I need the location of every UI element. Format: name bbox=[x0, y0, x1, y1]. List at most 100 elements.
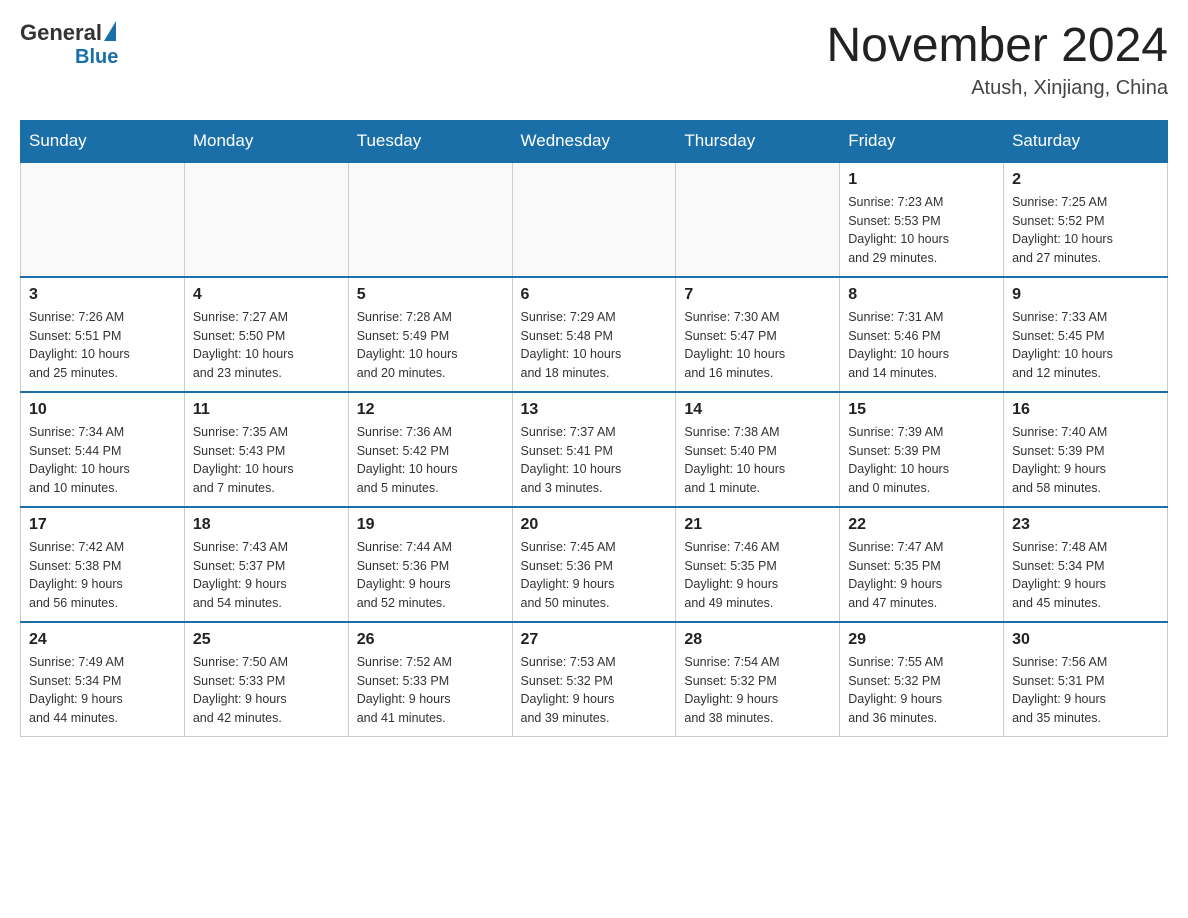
day-info: Sunrise: 7:36 AM Sunset: 5:42 PM Dayligh… bbox=[357, 423, 504, 498]
calendar-cell bbox=[21, 162, 185, 277]
location-text: Atush, Xinjiang, China bbox=[826, 77, 1168, 100]
logo-blue-text: Blue bbox=[75, 46, 118, 69]
calendar-cell: 27 Sunrise: 7:53 AM Sunset: 5:32 PM Dayli… bbox=[512, 622, 676, 737]
day-number: 13 bbox=[521, 401, 668, 419]
day-info: Sunrise: 7:55 AM Sunset: 5:32 PM Dayligh… bbox=[848, 653, 995, 728]
day-number: 6 bbox=[521, 286, 668, 304]
logo: General Blue bbox=[20, 20, 118, 69]
day-number: 19 bbox=[357, 516, 504, 534]
calendar-cell: 14 Sunrise: 7:38 AM Sunset: 5:40 PM Dayli… bbox=[676, 392, 840, 507]
logo-triangle-icon bbox=[104, 21, 116, 41]
day-number: 3 bbox=[29, 286, 176, 304]
day-number: 23 bbox=[1012, 516, 1159, 534]
day-number: 8 bbox=[848, 286, 995, 304]
calendar-cell: 4 Sunrise: 7:27 AM Sunset: 5:50 PM Daylig… bbox=[184, 277, 348, 392]
day-info: Sunrise: 7:34 AM Sunset: 5:44 PM Dayligh… bbox=[29, 423, 176, 498]
calendar-cell bbox=[512, 162, 676, 277]
calendar-cell: 16 Sunrise: 7:40 AM Sunset: 5:39 PM Dayli… bbox=[1004, 392, 1168, 507]
calendar-cell: 1Sunrise: 7:23 AM Sunset: 5:53 PM Daylig… bbox=[840, 162, 1004, 277]
day-number: 5 bbox=[357, 286, 504, 304]
calendar-cell: 2Sunrise: 7:25 AM Sunset: 5:52 PM Daylig… bbox=[1004, 162, 1168, 277]
day-number: 9 bbox=[1012, 286, 1159, 304]
calendar-cell: 24Sunrise: 7:49 AM Sunset: 5:34 PM Dayli… bbox=[21, 622, 185, 737]
calendar-cell: 23 Sunrise: 7:48 AM Sunset: 5:34 PM Dayli… bbox=[1004, 507, 1168, 622]
calendar-cell: 8 Sunrise: 7:31 AM Sunset: 5:46 PM Daylig… bbox=[840, 277, 1004, 392]
calendar-cell: 18 Sunrise: 7:43 AM Sunset: 5:37 PM Dayli… bbox=[184, 507, 348, 622]
day-info: Sunrise: 7:31 AM Sunset: 5:46 PM Dayligh… bbox=[848, 308, 995, 383]
day-number: 16 bbox=[1012, 401, 1159, 419]
day-info: Sunrise: 7:43 AM Sunset: 5:37 PM Dayligh… bbox=[193, 538, 340, 613]
day-info: Sunrise: 7:23 AM Sunset: 5:53 PM Dayligh… bbox=[848, 193, 995, 268]
calendar-cell: 28 Sunrise: 7:54 AM Sunset: 5:32 PM Dayli… bbox=[676, 622, 840, 737]
day-info: Sunrise: 7:44 AM Sunset: 5:36 PM Dayligh… bbox=[357, 538, 504, 613]
day-number: 11 bbox=[193, 401, 340, 419]
day-info: Sunrise: 7:35 AM Sunset: 5:43 PM Dayligh… bbox=[193, 423, 340, 498]
calendar-cell: 6Sunrise: 7:29 AM Sunset: 5:48 PM Daylig… bbox=[512, 277, 676, 392]
day-number: 17 bbox=[29, 516, 176, 534]
calendar-cell: 12 Sunrise: 7:36 AM Sunset: 5:42 PM Dayli… bbox=[348, 392, 512, 507]
calendar-cell: 30 Sunrise: 7:56 AM Sunset: 5:31 PM Dayli… bbox=[1004, 622, 1168, 737]
day-info: Sunrise: 7:47 AM Sunset: 5:35 PM Dayligh… bbox=[848, 538, 995, 613]
day-number: 28 bbox=[684, 631, 831, 649]
day-number: 7 bbox=[684, 286, 831, 304]
calendar-cell: 13 Sunrise: 7:37 AM Sunset: 5:41 PM Dayli… bbox=[512, 392, 676, 507]
calendar-cell bbox=[184, 162, 348, 277]
day-number: 20 bbox=[521, 516, 668, 534]
day-info: Sunrise: 7:40 AM Sunset: 5:39 PM Dayligh… bbox=[1012, 423, 1159, 498]
calendar-cell: 7 Sunrise: 7:30 AM Sunset: 5:47 PM Daylig… bbox=[676, 277, 840, 392]
day-info: Sunrise: 7:45 AM Sunset: 5:36 PM Dayligh… bbox=[521, 538, 668, 613]
calendar-cell: 20 Sunrise: 7:45 AM Sunset: 5:36 PM Dayli… bbox=[512, 507, 676, 622]
day-info: Sunrise: 7:30 AM Sunset: 5:47 PM Dayligh… bbox=[684, 308, 831, 383]
day-info: Sunrise: 7:56 AM Sunset: 5:31 PM Dayligh… bbox=[1012, 653, 1159, 728]
day-number: 14 bbox=[684, 401, 831, 419]
calendar-header-row: SundayMondayTuesdayWednesdayThursdayFrid… bbox=[21, 120, 1168, 162]
logo-general-text: General bbox=[20, 20, 102, 46]
calendar-week-row: 1Sunrise: 7:23 AM Sunset: 5:53 PM Daylig… bbox=[21, 162, 1168, 277]
day-info: Sunrise: 7:50 AM Sunset: 5:33 PM Dayligh… bbox=[193, 653, 340, 728]
calendar-cell: 21 Sunrise: 7:46 AM Sunset: 5:35 PM Dayli… bbox=[676, 507, 840, 622]
day-number: 21 bbox=[684, 516, 831, 534]
day-info: Sunrise: 7:27 AM Sunset: 5:50 PM Dayligh… bbox=[193, 308, 340, 383]
month-title: November 2024 bbox=[826, 20, 1168, 73]
calendar-cell bbox=[676, 162, 840, 277]
calendar-week-row: 24Sunrise: 7:49 AM Sunset: 5:34 PM Dayli… bbox=[21, 622, 1168, 737]
day-info: Sunrise: 7:54 AM Sunset: 5:32 PM Dayligh… bbox=[684, 653, 831, 728]
calendar-cell: 3 Sunrise: 7:26 AM Sunset: 5:51 PM Daylig… bbox=[21, 277, 185, 392]
day-header-thursday: Thursday bbox=[676, 120, 840, 162]
calendar-week-row: 17Sunrise: 7:42 AM Sunset: 5:38 PM Dayli… bbox=[21, 507, 1168, 622]
day-header-monday: Monday bbox=[184, 120, 348, 162]
day-number: 22 bbox=[848, 516, 995, 534]
day-info: Sunrise: 7:48 AM Sunset: 5:34 PM Dayligh… bbox=[1012, 538, 1159, 613]
day-info: Sunrise: 7:53 AM Sunset: 5:32 PM Dayligh… bbox=[521, 653, 668, 728]
day-number: 12 bbox=[357, 401, 504, 419]
title-section: November 2024 Atush, Xinjiang, China bbox=[826, 20, 1168, 100]
day-number: 26 bbox=[357, 631, 504, 649]
day-number: 30 bbox=[1012, 631, 1159, 649]
calendar-week-row: 3 Sunrise: 7:26 AM Sunset: 5:51 PM Daylig… bbox=[21, 277, 1168, 392]
day-info: Sunrise: 7:37 AM Sunset: 5:41 PM Dayligh… bbox=[521, 423, 668, 498]
calendar-cell: 5 Sunrise: 7:28 AM Sunset: 5:49 PM Daylig… bbox=[348, 277, 512, 392]
calendar-cell: 26 Sunrise: 7:52 AM Sunset: 5:33 PM Dayli… bbox=[348, 622, 512, 737]
day-number: 4 bbox=[193, 286, 340, 304]
calendar-cell: 19 Sunrise: 7:44 AM Sunset: 5:36 PM Dayli… bbox=[348, 507, 512, 622]
day-number: 24 bbox=[29, 631, 176, 649]
page-header: General Blue November 2024 Atush, Xinjia… bbox=[20, 20, 1168, 100]
day-number: 18 bbox=[193, 516, 340, 534]
day-number: 29 bbox=[848, 631, 995, 649]
day-info: Sunrise: 7:46 AM Sunset: 5:35 PM Dayligh… bbox=[684, 538, 831, 613]
calendar-cell: 10Sunrise: 7:34 AM Sunset: 5:44 PM Dayli… bbox=[21, 392, 185, 507]
day-info: Sunrise: 7:33 AM Sunset: 5:45 PM Dayligh… bbox=[1012, 308, 1159, 383]
day-info: Sunrise: 7:38 AM Sunset: 5:40 PM Dayligh… bbox=[684, 423, 831, 498]
day-header-tuesday: Tuesday bbox=[348, 120, 512, 162]
calendar-cell: 11 Sunrise: 7:35 AM Sunset: 5:43 PM Dayli… bbox=[184, 392, 348, 507]
day-number: 27 bbox=[521, 631, 668, 649]
calendar-cell: 25Sunrise: 7:50 AM Sunset: 5:33 PM Dayli… bbox=[184, 622, 348, 737]
day-info: Sunrise: 7:52 AM Sunset: 5:33 PM Dayligh… bbox=[357, 653, 504, 728]
day-header-saturday: Saturday bbox=[1004, 120, 1168, 162]
calendar-cell: 9 Sunrise: 7:33 AM Sunset: 5:45 PM Daylig… bbox=[1004, 277, 1168, 392]
day-number: 2 bbox=[1012, 171, 1159, 189]
day-header-friday: Friday bbox=[840, 120, 1004, 162]
day-info: Sunrise: 7:28 AM Sunset: 5:49 PM Dayligh… bbox=[357, 308, 504, 383]
calendar-cell: 22 Sunrise: 7:47 AM Sunset: 5:35 PM Dayli… bbox=[840, 507, 1004, 622]
day-info: Sunrise: 7:26 AM Sunset: 5:51 PM Dayligh… bbox=[29, 308, 176, 383]
